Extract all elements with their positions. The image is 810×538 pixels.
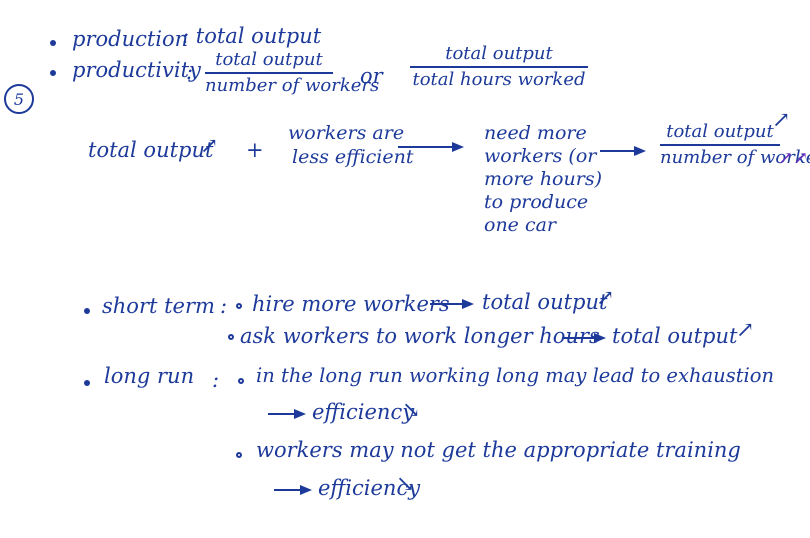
short-term-item2: ask workers to work longer hours <box>240 324 600 348</box>
bullet-dot <box>50 70 56 76</box>
chain-line: to produce <box>484 191 589 213</box>
fraction-bar <box>410 65 588 68</box>
up-arrow-icon: ↗ <box>596 286 615 311</box>
question-number-text: 5 <box>13 89 25 109</box>
right-arrow-icon <box>600 146 646 156</box>
fraction-denominator: total hours worked <box>412 68 586 90</box>
long-run-colon: : <box>212 368 220 392</box>
bullet-dot <box>84 380 90 386</box>
right-arrow-icon <box>274 485 312 495</box>
question-number: 5 <box>4 84 34 114</box>
chain-line: one car <box>484 214 557 236</box>
long-run-item1: in the long run working long may lead to… <box>256 364 775 387</box>
sub-bullet-circle <box>228 334 234 340</box>
chain-line: more hours) <box>484 168 602 190</box>
up-arrow-icon: ↗ <box>772 108 791 133</box>
chain-line: workers (or <box>484 145 597 167</box>
chain-step-efficiency-line1: workers are <box>288 122 405 144</box>
bullet-dot <box>50 40 56 46</box>
chain-line: need more <box>484 122 587 144</box>
short-term-colon: : <box>220 294 228 318</box>
productivity-colon: : <box>186 60 194 84</box>
or-text: or <box>360 64 383 88</box>
productivity-fraction-hours: total output total hours worked <box>410 44 588 90</box>
fraction-numerator: total output <box>445 43 553 64</box>
long-run-item1-result: efficiency <box>312 400 415 424</box>
short-term-item2-result: total output <box>612 324 738 348</box>
right-arrow-icon <box>430 299 474 309</box>
productivity-fraction-workers: total output number of workers <box>205 49 380 96</box>
down-arrow-icon: ↘ <box>396 472 415 497</box>
productivity-term: productivity <box>72 58 201 82</box>
fraction-numerator: total output <box>215 49 323 70</box>
long-run-label: long run <box>104 364 195 388</box>
production-definition: : total output <box>182 24 322 48</box>
short-term-label: short term <box>102 294 215 318</box>
chain-step-total-output: total output <box>88 138 214 162</box>
up-arrow-icon: ↗ <box>200 134 219 159</box>
fraction-bar <box>205 71 333 74</box>
short-term-item1-result: total output <box>482 290 608 314</box>
fraction-denominator: number of workers <box>660 146 810 168</box>
right-arrow-icon <box>562 333 606 343</box>
result-fraction: total output number of workers <box>660 121 810 168</box>
short-term-item1: hire more workers <box>252 292 450 316</box>
up-arrow-icon: ↗ <box>736 318 755 343</box>
sub-bullet-circle <box>236 452 242 458</box>
plus-sign: + <box>246 138 264 162</box>
right-arrow-icon <box>398 142 464 152</box>
double-up-arrow-icon: ↗↗ <box>778 148 809 169</box>
sub-bullet-circle <box>236 303 242 309</box>
down-arrow-icon: ↘ <box>402 398 421 423</box>
fraction-bar <box>660 143 780 146</box>
long-run-item2: workers may not get the appropriate trai… <box>256 438 741 462</box>
right-arrow-icon <box>268 409 306 419</box>
production-term: production <box>72 27 189 51</box>
bullet-dot <box>84 308 90 314</box>
fraction-numerator: total output <box>666 121 774 142</box>
fraction-denominator: number of workers <box>205 74 380 96</box>
sub-bullet-circle <box>238 378 244 384</box>
chain-step-need-more: need more workers (or more hours) to pro… <box>484 124 602 235</box>
